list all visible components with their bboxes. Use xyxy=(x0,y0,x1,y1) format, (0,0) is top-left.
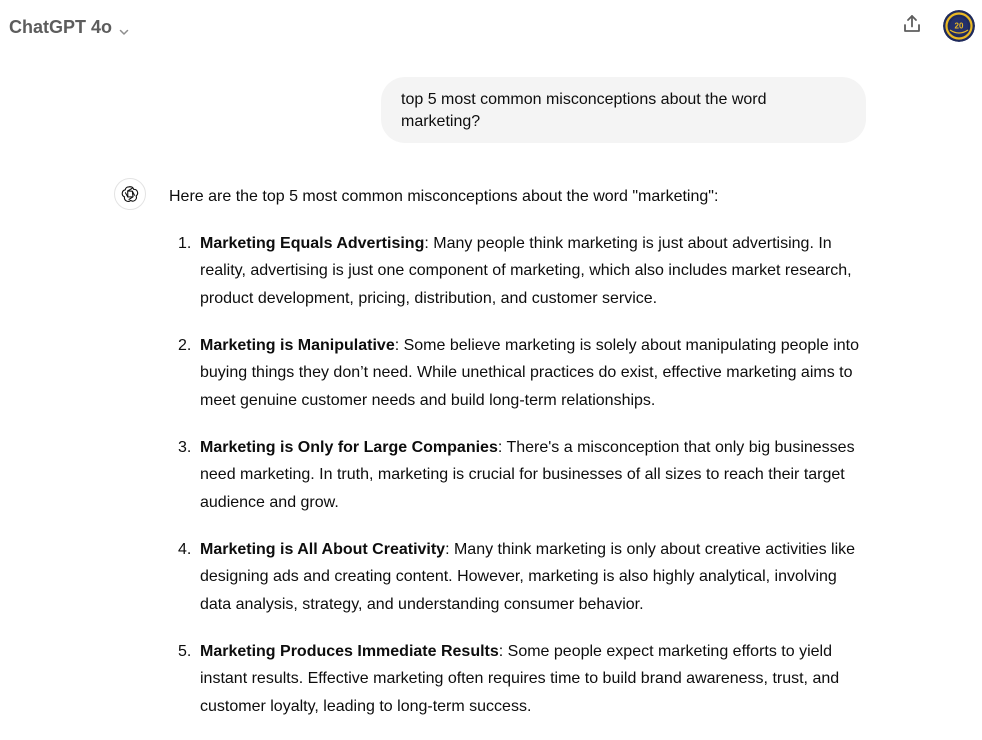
chevron-down-icon xyxy=(118,22,130,35)
list-item-title: Marketing is Only for Large Companies xyxy=(200,438,498,456)
model-name-label: ChatGPT 4o xyxy=(9,16,113,37)
user-avatar[interactable]: 20 xyxy=(943,10,975,42)
list-item: 2. Marketing is Manipulative: Some believ… xyxy=(169,332,869,415)
list-item-number: 1. xyxy=(178,234,192,252)
share-upload-icon xyxy=(901,13,923,40)
list-item-title: Marketing Produces Immediate Results xyxy=(200,642,499,660)
list-item-title: Marketing is Manipulative xyxy=(200,336,395,354)
list-item: 1. Marketing Equals Advertising: Many peo… xyxy=(169,230,869,313)
list-item: 4. Marketing is All About Creativity: Man… xyxy=(169,536,869,619)
list-item: 5. Marketing Produces Immediate Results: … xyxy=(169,638,869,721)
misconceptions-list: 1. Marketing Equals Advertising: Many peo… xyxy=(169,230,869,721)
model-switcher-button[interactable]: ChatGPT 4o xyxy=(9,14,130,40)
share-button[interactable] xyxy=(898,12,926,40)
list-item-title: Marketing is All About Creativity xyxy=(200,540,446,558)
list-item: 3. Marketing is Only for Large Companies:… xyxy=(169,434,869,517)
list-item-number: 2. xyxy=(178,336,192,354)
assistant-message: Here are the top 5 most common misconcep… xyxy=(169,183,869,740)
avatar-badge-text: 20 xyxy=(955,22,964,31)
user-message-bubble: top 5 most common misconceptions about t… xyxy=(381,77,866,143)
top-header: ChatGPT 4o 20 xyxy=(0,0,982,54)
assistant-intro: Here are the top 5 most common misconcep… xyxy=(169,188,719,205)
user-message-text: top 5 most common misconceptions about t… xyxy=(401,91,767,130)
list-item-title: Marketing Equals Advertising xyxy=(200,234,425,252)
list-item-number: 3. xyxy=(178,438,192,456)
openai-logo-icon xyxy=(114,178,146,210)
list-item-number: 4. xyxy=(178,540,192,558)
list-item-number: 5. xyxy=(178,642,192,660)
